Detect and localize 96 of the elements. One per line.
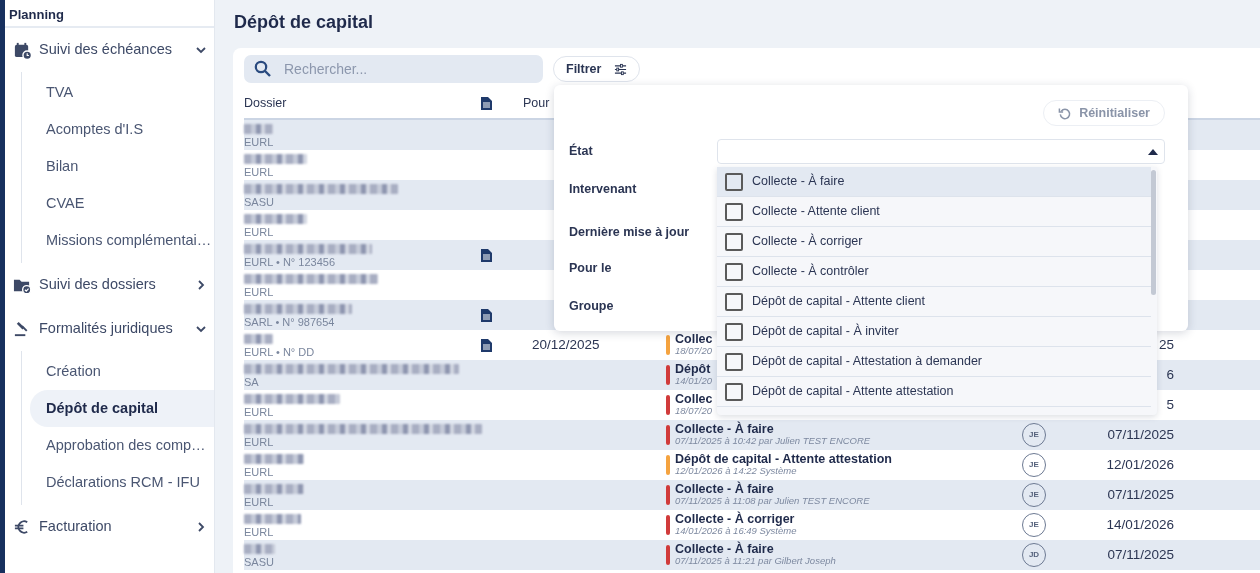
company-type: EURL xyxy=(244,405,275,418)
checkbox[interactable] xyxy=(725,292,743,311)
status-info: 12/01/2026 à 14:22 Système xyxy=(675,465,798,476)
sidebar-item[interactable]: Approbation des comp… xyxy=(30,427,214,464)
due-date: 20/12/2025 xyxy=(532,336,600,352)
blurred-name xyxy=(244,483,304,494)
scrollbar-thumb[interactable] xyxy=(1151,170,1156,295)
page-title: Dépôt de capital xyxy=(234,11,375,34)
blurred-name xyxy=(244,333,273,344)
checkbox[interactable] xyxy=(725,202,743,221)
update-date: 07/11/2025 xyxy=(1107,426,1174,442)
update-date: 07/11/2025 xyxy=(1107,546,1174,562)
status-title: Collec xyxy=(675,334,713,345)
state-option[interactable]: Dépôt de capital - À inviter xyxy=(717,317,1151,347)
caret-up-icon xyxy=(1148,148,1158,155)
blurred-name xyxy=(244,213,307,224)
sidebar-section[interactable]: Facturation xyxy=(5,505,214,549)
update-date: 5 xyxy=(1166,396,1174,412)
company-type: EURL xyxy=(244,135,275,148)
update-date: 6 xyxy=(1166,366,1174,382)
filter-label: Groupe xyxy=(569,297,615,315)
search-icon xyxy=(254,60,272,78)
company-type: EURL xyxy=(244,435,275,448)
blurred-name xyxy=(244,123,273,134)
checkbox[interactable] xyxy=(725,322,743,341)
update-date: 25 xyxy=(1158,336,1174,352)
checkbox[interactable] xyxy=(725,382,743,401)
search-field[interactable]: Rechercher... xyxy=(244,55,543,83)
company-type: EURL • N° DD xyxy=(244,345,316,358)
chevron-right-icon xyxy=(196,522,206,532)
blurred-name xyxy=(244,153,307,164)
sidebar-item[interactable]: Acomptes d'I.S xyxy=(30,111,214,148)
blurred-name xyxy=(244,513,301,524)
filter-label: Intervenant xyxy=(569,180,638,198)
document-icon xyxy=(480,96,492,110)
sidebar-section[interactable]: Suivi des dossiers xyxy=(5,263,214,307)
filter-label: État xyxy=(569,142,594,160)
chevron-down-icon xyxy=(196,45,206,55)
sidebar-item[interactable]: Création xyxy=(30,353,214,390)
company-type: SASU xyxy=(244,195,275,208)
status-title: Collec xyxy=(675,394,713,405)
company-type: EURL xyxy=(244,465,275,478)
update-date: 07/11/2025 xyxy=(1107,486,1174,502)
status-title: Dépôt de capital - Attente attestation xyxy=(675,454,892,465)
company-type: EURL xyxy=(244,525,275,538)
sidebar-title: Planning xyxy=(5,0,214,28)
column-header: Dossier xyxy=(244,95,287,110)
sidebar-item[interactable]: Bilan xyxy=(30,148,214,185)
state-option[interactable]: Collecte - À faire xyxy=(717,167,1151,197)
calendar-clock-icon xyxy=(13,41,31,59)
chevron-down-icon xyxy=(196,324,206,334)
update-date: 14/01/2026 xyxy=(1106,516,1174,532)
state-option[interactable]: Dépôt de capital - Attente attestation xyxy=(717,377,1151,407)
state-option[interactable]: Collecte - À contrôler xyxy=(717,257,1151,287)
state-option[interactable]: Dépôt de capital - Attestation à demander xyxy=(717,347,1151,377)
filter-button[interactable]: Filtrer xyxy=(553,56,641,82)
euro-icon xyxy=(13,518,31,536)
company-type: EURL • N° 123456 xyxy=(244,255,336,268)
checkbox[interactable] xyxy=(725,262,743,281)
checkbox[interactable] xyxy=(725,352,743,371)
company-type: EURL xyxy=(244,495,275,508)
status-title: Dépôt xyxy=(675,364,712,375)
status-info: 18/07/20 xyxy=(675,345,713,356)
update-date: 12/01/2026 xyxy=(1106,456,1174,472)
state-option[interactable]: Dépôt de capital - Attente client xyxy=(717,287,1151,317)
sidebar-item[interactable]: Missions complémentai… xyxy=(30,222,214,259)
status-info: 07/11/2025 à 10:42 par Julien TEST ENCORE xyxy=(675,435,871,446)
filter-label: Pour le xyxy=(569,259,613,277)
company-type: EURL xyxy=(244,165,275,178)
chevron-right-icon xyxy=(196,280,206,290)
checkbox[interactable] xyxy=(725,172,743,191)
status-info: 07/11/2025 à 11:08 par Julien TEST ENCORE xyxy=(675,495,870,506)
status-info: 18/07/20 xyxy=(675,405,713,416)
company-type: SARL • N° 987654 xyxy=(244,315,336,328)
sidebar-item[interactable]: Déclarations RCM - IFU xyxy=(30,464,214,501)
filter-label: Dernière mise à jour xyxy=(569,223,691,241)
status-info: 14/01/20 xyxy=(675,375,712,386)
sliders-icon xyxy=(614,62,628,76)
company-type: EURL xyxy=(244,225,275,238)
state-option[interactable]: Collecte - À corriger xyxy=(717,227,1151,257)
blurred-name xyxy=(244,543,275,554)
sidebar-section[interactable]: Formalités juridiques xyxy=(5,307,214,351)
company-type: SASU xyxy=(244,555,275,568)
checkbox[interactable] xyxy=(725,232,743,251)
sidebar-item[interactable]: CVAE xyxy=(30,185,214,222)
company-type: EURL xyxy=(244,285,275,298)
blurred-name xyxy=(244,453,304,464)
status-info: 07/11/2025 à 11:21 par Gilbert Joseph xyxy=(675,555,836,566)
sidebar-item[interactable]: TVA xyxy=(30,74,214,111)
sidebar-section[interactable]: Suivi des échéances xyxy=(5,28,214,72)
column-header: Pour xyxy=(523,95,550,110)
state-option[interactable]: Collecte - Attente client xyxy=(717,197,1151,227)
company-type: SA xyxy=(244,375,260,388)
status-info: 14/01/2026 à 16:49 Système xyxy=(675,525,797,536)
reset-icon xyxy=(1058,106,1072,120)
sidebar-item[interactable]: Dépôt de capital xyxy=(30,390,214,427)
